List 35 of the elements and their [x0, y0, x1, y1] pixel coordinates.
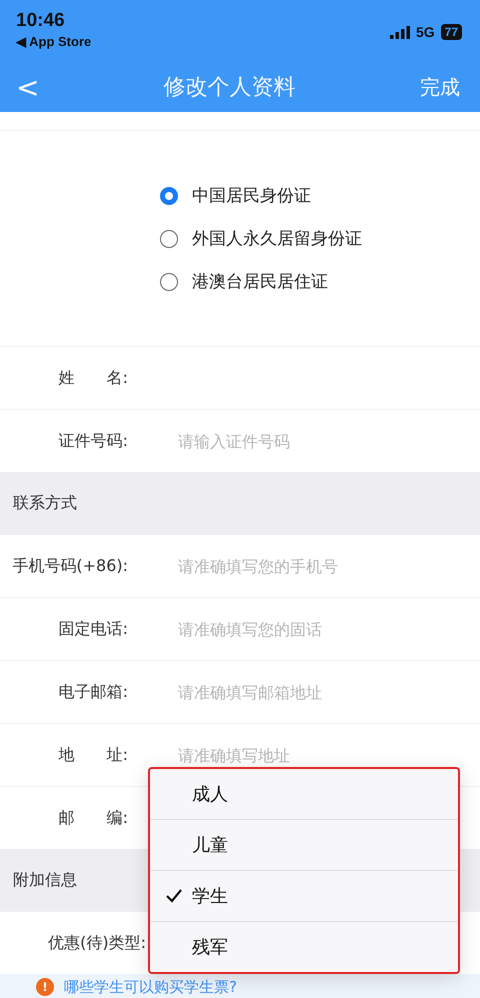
radio-button[interactable] [160, 230, 178, 248]
menu-item[interactable]: 儿童 [150, 819, 458, 870]
clock-time: 10:46 [16, 10, 65, 31]
battery-level: 77 [440, 24, 462, 40]
signal-icon [390, 26, 410, 38]
checkmark-icon [166, 889, 182, 903]
back-to-app-link[interactable]: ◀ App Store [16, 34, 92, 49]
input-field[interactable]: 请准确填写您的固话 [176, 618, 456, 640]
id-type-option[interactable]: 外国人永久居留身份证 [160, 227, 480, 250]
field-label: 电子邮箱: [58, 682, 128, 702]
input-field[interactable]: 请输入证件号码 [176, 430, 456, 452]
input-field[interactable]: 请准确填写您的手机号 [176, 556, 456, 576]
option-label: 外国人永久居留身份证 [192, 228, 362, 250]
menu-item[interactable]: 成人 [150, 769, 458, 819]
warning-icon: ! [36, 978, 54, 996]
menu-item[interactable]: 学生 [150, 870, 458, 921]
field-label: 手机号码(+86): [11, 556, 128, 576]
field-label: 证件号码: [58, 430, 128, 452]
input-field[interactable]: 请准确填写地址 [176, 744, 456, 766]
id-type-option[interactable]: 中国居民身份证 [160, 184, 480, 207]
section-header: 联系方式 [0, 472, 480, 534]
option-label: 港澳台居民居住证 [192, 271, 328, 293]
field-label: 邮 编: [58, 808, 128, 828]
field-label: 地 址: [58, 744, 128, 766]
page-title: 修改个人资料 [164, 74, 296, 102]
field-label: 优惠(待)类型: [47, 932, 146, 954]
network-type: 5G [416, 24, 435, 40]
option-label: 中国居民身份证 [192, 185, 311, 207]
radio-button[interactable] [160, 186, 178, 204]
field-label: 固定电话: [58, 618, 128, 640]
menu-item[interactable]: 残军 [150, 921, 458, 972]
radio-button[interactable] [160, 272, 178, 290]
field-label: 姓 名: [58, 368, 128, 388]
id-type-option[interactable]: 港澳台居民居住证 [160, 270, 480, 293]
input-field[interactable]: 请准确填写邮箱地址 [176, 682, 456, 702]
